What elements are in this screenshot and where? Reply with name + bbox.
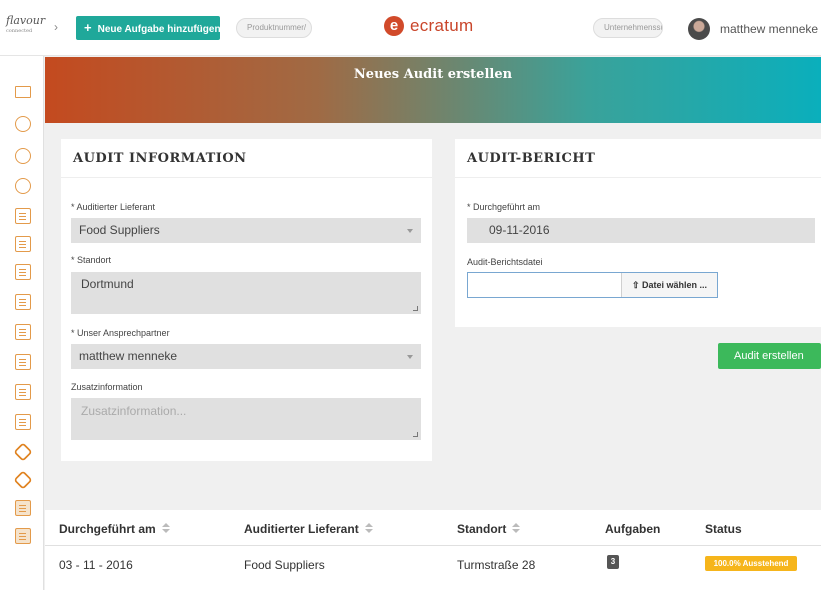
row-location: Turmstraße 28 bbox=[457, 558, 536, 572]
users-icon[interactable] bbox=[15, 116, 31, 132]
supplier-select[interactable]: Food Suppliers bbox=[71, 218, 421, 243]
brand-logo[interactable]: flavour connected bbox=[6, 15, 45, 40]
divider bbox=[61, 177, 432, 178]
date-label: * Durchgeführt am bbox=[467, 202, 541, 212]
col-supplier-header[interactable]: Auditierter Lieferant bbox=[244, 522, 373, 536]
col-location-header[interactable]: Standort bbox=[457, 522, 521, 536]
contact-select[interactable]: matthew menneke bbox=[71, 344, 421, 369]
add-task-label: Neue Aufgabe hinzufügen bbox=[97, 24, 221, 35]
row-supplier: Food Suppliers bbox=[244, 558, 325, 572]
audit-icon[interactable] bbox=[15, 500, 31, 516]
create-audit-button[interactable]: Audit erstellen bbox=[718, 343, 821, 369]
avatar[interactable] bbox=[688, 18, 710, 40]
extra-info-placeholder: Zusatzinformation... bbox=[81, 404, 187, 418]
col-date-header[interactable]: Durchgeführt am bbox=[59, 522, 170, 536]
audit-information-title: AUDIT INFORMATION bbox=[73, 151, 247, 166]
tree-list-icon[interactable] bbox=[15, 236, 31, 252]
product-search-input[interactable]: Produktnummer/ bbox=[236, 18, 312, 38]
choose-file-button[interactable]: ⇧ Datei wählen ... bbox=[621, 273, 717, 297]
document-check-icon[interactable] bbox=[15, 354, 31, 370]
location-field[interactable]: Dortmund bbox=[71, 272, 421, 314]
extra-info-textarea[interactable]: Zusatzinformation... bbox=[71, 398, 421, 440]
audit-list-icon[interactable] bbox=[15, 528, 31, 544]
sort-icon bbox=[161, 523, 170, 533]
file-input[interactable]: ⇧ Datei wählen ... bbox=[467, 272, 718, 298]
ecratum-logo[interactable]: e ecratum bbox=[384, 14, 474, 38]
location-label: * Standort bbox=[71, 255, 112, 265]
document-edit-icon[interactable] bbox=[15, 324, 31, 340]
chevron-down-icon bbox=[407, 228, 413, 233]
date-input[interactable]: 09-11-2016 bbox=[467, 218, 815, 243]
add-task-button[interactable]: + Neue Aufgabe hinzufügen bbox=[76, 16, 221, 40]
brand-sub: connected bbox=[6, 28, 33, 34]
chevron-right-icon[interactable]: › bbox=[54, 20, 58, 34]
company-search-input[interactable]: Unternehmenssu bbox=[593, 18, 663, 38]
resize-handle-icon[interactable] bbox=[413, 306, 418, 311]
col-status-header: Status bbox=[705, 522, 742, 536]
sort-icon bbox=[364, 523, 373, 533]
user-name[interactable]: matthew menneke bbox=[720, 22, 818, 36]
supplier-icon[interactable] bbox=[15, 148, 31, 164]
chevron-down-icon bbox=[407, 354, 413, 359]
page-title: Neues Audit erstellen bbox=[353, 67, 513, 82]
upload-icon: ⇧ bbox=[631, 280, 640, 290]
list-icon[interactable] bbox=[15, 208, 31, 224]
plus-icon: + bbox=[84, 20, 92, 35]
table-header: Durchgeführt am Auditierter Lieferant St… bbox=[45, 510, 821, 546]
location-value: Dortmund bbox=[81, 277, 134, 291]
resize-handle-icon[interactable] bbox=[413, 432, 418, 437]
row-date: 03 - 11 - 2016 bbox=[59, 558, 133, 572]
settings-hex-alt-icon[interactable] bbox=[13, 470, 33, 490]
tasks-count-badge[interactable]: 3 bbox=[607, 555, 619, 569]
monitor-icon[interactable] bbox=[15, 86, 31, 98]
divider bbox=[455, 177, 821, 178]
date-value: 09-11-2016 bbox=[489, 223, 550, 237]
box-x-icon[interactable] bbox=[15, 414, 31, 430]
sidebar bbox=[0, 56, 44, 590]
supplier-value: Food Suppliers bbox=[79, 223, 160, 237]
ecratum-logo-icon: e bbox=[384, 16, 404, 36]
top-bar: flavour connected › + Neue Aufgabe hinzuf… bbox=[0, 0, 821, 56]
file-label: Audit-Berichtsdatei bbox=[467, 257, 543, 267]
page-banner: Neues Audit erstellen bbox=[45, 57, 821, 123]
sort-icon bbox=[512, 523, 521, 533]
settings-hex-icon[interactable] bbox=[13, 442, 33, 462]
contact-label: * Unser Ansprechpartner bbox=[71, 328, 170, 338]
audit-report-title: AUDIT-BERICHT bbox=[467, 151, 596, 166]
contact-value: matthew menneke bbox=[79, 349, 178, 363]
box-icon[interactable] bbox=[15, 384, 31, 400]
status-badge: 100.0% Ausstehend bbox=[705, 556, 797, 571]
network-icon[interactable] bbox=[15, 178, 31, 194]
extra-info-label: Zusatzinformation bbox=[71, 382, 143, 392]
col-tasks-header: Aufgaben bbox=[605, 522, 661, 536]
company-search-placeholder: Unternehmenssu bbox=[604, 23, 663, 32]
document-icon[interactable] bbox=[15, 294, 31, 310]
audit-table: Durchgeführt am Auditierter Lieferant St… bbox=[45, 510, 821, 590]
logo-text: ecratum bbox=[410, 16, 474, 35]
choose-file-label: Datei wählen ... bbox=[642, 280, 708, 290]
product-search-placeholder: Produktnummer/ bbox=[247, 23, 307, 32]
supplier-label: * Auditierter Lieferant bbox=[71, 202, 156, 212]
export-icon[interactable] bbox=[15, 264, 31, 280]
